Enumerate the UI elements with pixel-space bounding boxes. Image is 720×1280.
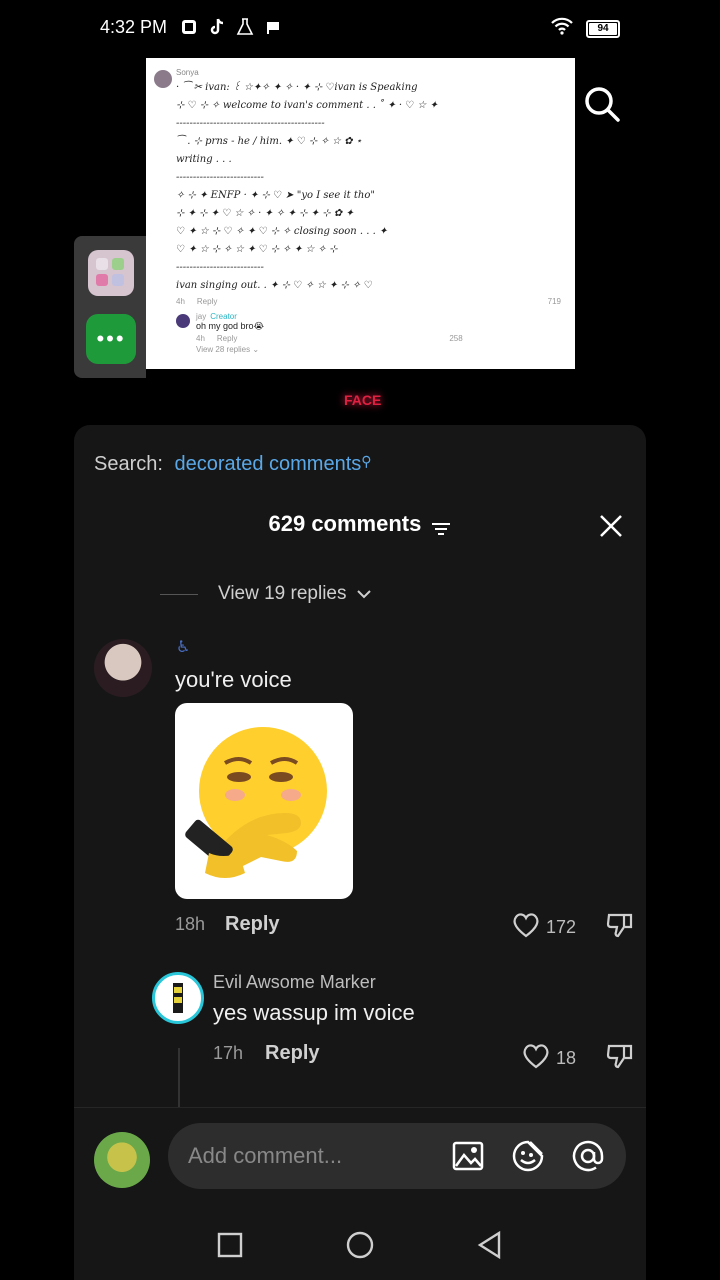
preview-line: ♡ ✦ ☆ ⊹ ♡ ✧ ✦ ♡ ⊹ ✧ closing soon . . . ✦ <box>176 226 388 237</box>
comment-count: 629 comments <box>268 511 422 536</box>
battery-level: 94 <box>597 23 609 34</box>
image-icon[interactable] <box>450 1138 486 1174</box>
comment-input-container <box>168 1123 626 1189</box>
flask-icon <box>236 18 254 36</box>
emoji-sticker <box>175 703 353 899</box>
preview-reply-link[interactable]: Reply <box>197 297 217 306</box>
comment-composer <box>74 1107 646 1197</box>
accessibility-badge-icon: ♿ <box>176 639 191 656</box>
thread-line <box>178 1048 180 1108</box>
reply-button[interactable]: Reply <box>265 1042 319 1065</box>
reply-text: yes wassup im voice <box>213 1000 415 1025</box>
comment-time: 18h <box>175 914 206 934</box>
composer-icons <box>450 1138 606 1174</box>
tiktok-icon <box>208 18 226 36</box>
red-overlay-text: FACE <box>344 392 382 408</box>
preview-line: ✧ ⊹ ✦ ENFP · ✦ ⊹ ♡ ➤ "yo I see it tho" <box>176 190 375 201</box>
sort-icon[interactable] <box>431 517 451 536</box>
dislike-icon[interactable] <box>606 911 634 944</box>
preview-line: ♡ ✦ ☆ ⊹ ✧ ☆ ✦ ♡ ⊹ ✧ ✦ ☆ ✧ ⊹ <box>176 244 338 255</box>
side-dock: ••• <box>74 236 146 378</box>
office-icon <box>180 18 198 36</box>
preview-line: ⁀ . ⊹ prns - he / him. ✦ ♡ ⊹ ✧ ☆ ✿ ⋆ <box>176 136 362 147</box>
preview-view-more[interactable]: View 28 replies ⌄ <box>196 345 561 354</box>
reply-meta: 17h Reply <box>213 1042 320 1065</box>
thread-line <box>160 593 198 595</box>
preview-likes: 719 <box>547 297 561 306</box>
like-count: 18 <box>555 1048 576 1068</box>
like-button[interactable]: 172 <box>512 912 576 943</box>
comment-text: you're voice <box>175 667 292 692</box>
emoji-icon[interactable] <box>510 1138 546 1174</box>
reply-actions: 18 <box>522 1042 634 1075</box>
flag-icon <box>264 18 282 36</box>
preview-username: Sonya <box>176 68 199 77</box>
comments-sheet: Search: decorated comments⚲ 629 comments… <box>74 425 646 1280</box>
preview-reply-avatar <box>176 314 190 328</box>
search-small-icon: ⚲ <box>361 453 372 469</box>
comment-input[interactable] <box>188 1123 438 1189</box>
preview-meta: 4h Reply 719 <box>176 297 561 306</box>
preview-line: · ⁀ ✂ ivan: ꒰ ☆✦✧ ✦ ✧ · ✦ ⊹ ♡ivan is Spe… <box>176 82 418 93</box>
preview-time: 4h <box>176 297 185 306</box>
like-button[interactable]: 18 <box>522 1043 576 1074</box>
search-label: Search: <box>94 453 163 475</box>
reply-time: 17h <box>213 1043 244 1063</box>
system-nav-bar <box>74 1215 646 1275</box>
search-icon[interactable] <box>582 84 622 124</box>
preview-reply-text: oh my god bro😭 <box>196 321 265 331</box>
reply-item: Evil Awsome Marker yes wassup im voice 1… <box>152 970 634 1108</box>
preview-reply-time: 4h <box>196 334 205 343</box>
preview-avatar <box>154 70 172 88</box>
search-term[interactable]: decorated comments <box>175 453 362 475</box>
view-replies-label: View 19 replies <box>218 583 347 604</box>
chevron-down-icon <box>356 583 371 605</box>
creator-badge: Creator <box>210 312 237 321</box>
nav-back-icon[interactable] <box>475 1230 505 1260</box>
preview-reply: jay Creator oh my god bro😭 4h Reply 258 <box>176 312 561 345</box>
preview-line: ⊹ ♡ ⊹ ✧ welcome to ivan's comment . . ˚ … <box>176 100 438 111</box>
status-bar: 4:32 PM 94 <box>0 0 720 56</box>
wifi-icon <box>550 16 574 41</box>
status-right: 94 <box>550 16 620 41</box>
preview-line: -------------------------- <box>176 172 264 183</box>
preview-line: ivan singing out. . ✦ ⊹ ♡ ✧ ☆ ✦ ⊹ ✧ ♡ <box>176 280 373 291</box>
comments-header: 629 comments <box>74 511 646 537</box>
preview-reply-link[interactable]: Reply <box>217 334 237 343</box>
heart-icon <box>522 1043 550 1074</box>
reply-button[interactable]: Reply <box>225 913 279 936</box>
nav-circle-icon[interactable] <box>345 1230 375 1260</box>
battery-indicator: 94 <box>586 19 620 38</box>
my-avatar[interactable] <box>94 1132 150 1188</box>
avatar[interactable] <box>94 639 152 697</box>
comment-actions: 172 <box>512 911 634 944</box>
view-replies-button[interactable]: View 19 replies <box>160 583 371 605</box>
nav-square-icon[interactable] <box>215 1230 245 1260</box>
status-time: 4:32 PM <box>100 17 168 37</box>
like-count: 172 <box>545 917 576 937</box>
preview-reply-name: jay Creator <box>196 312 237 321</box>
dislike-icon[interactable] <box>606 1042 634 1075</box>
avatar[interactable] <box>152 972 204 1024</box>
reply-username[interactable]: Evil Awsome Marker <box>213 972 376 993</box>
preview-line: writing . . . <box>176 154 232 165</box>
preview-reply-likes: 258 <box>449 334 463 343</box>
close-icon[interactable] <box>598 513 624 539</box>
preview-line: ----------------------------------------… <box>176 118 325 129</box>
mention-icon[interactable] <box>570 1138 606 1174</box>
heart-icon <box>512 912 540 943</box>
preview-line: ⊹ ✦ ⊹ ✦ ♡ ☆ ✧ · ✦ ✧ ✦ ⊹ ✦ ⊹ ✿ ✦ <box>176 208 354 219</box>
more-apps-button[interactable]: ••• <box>86 314 136 364</box>
preview-card[interactable]: Sonya · ⁀ ✂ ivan: ꒰ ☆✦✧ ✦ ✧ · ✦ ⊹ ♡ivan … <box>146 58 575 369</box>
comment-meta: 18h Reply <box>175 913 280 936</box>
comment-item: ♿ you're voice 18h Reply 172 <box>94 637 634 967</box>
preview-line: -------------------------- <box>176 262 264 273</box>
search-suggestion[interactable]: Search: decorated comments⚲ <box>94 453 372 476</box>
notification-icons <box>180 18 282 36</box>
preview-reply-meta: 4h Reply 258 <box>196 334 463 343</box>
app-folder[interactable] <box>88 250 134 296</box>
